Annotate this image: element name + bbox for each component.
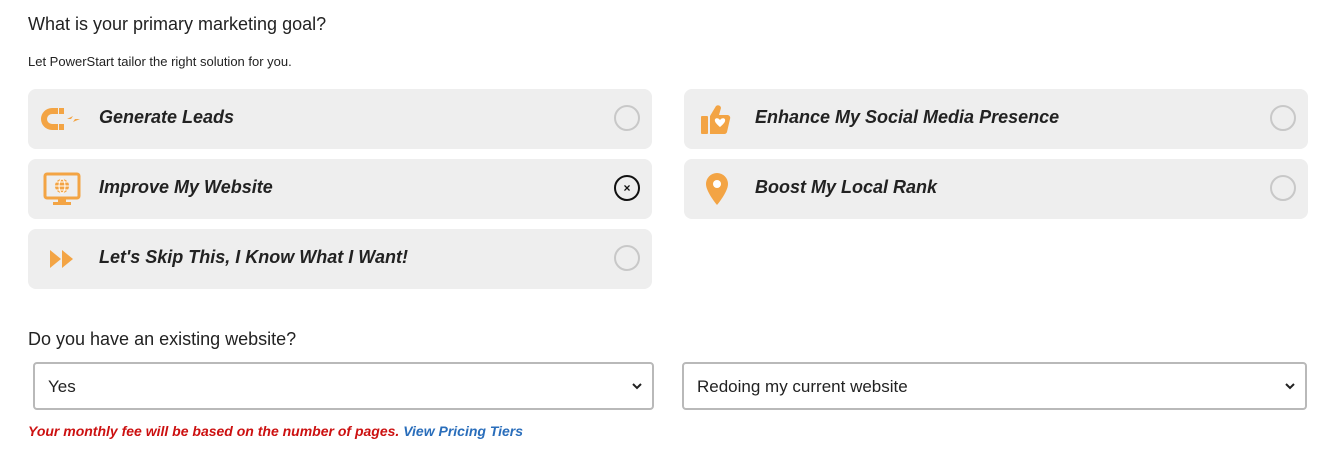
- question-title-website: Do you have an existing website?: [28, 329, 297, 349]
- fast-forward-icon: [50, 250, 73, 268]
- option-radio[interactable]: [614, 105, 640, 131]
- selected-mark: ×: [623, 181, 631, 195]
- option-label: Generate Leads: [99, 107, 235, 127]
- question-subtitle: Let PowerStart tailor the right solution…: [28, 54, 292, 69]
- option-label: Enhance My Social Media Presence: [755, 107, 1060, 127]
- option-improve-website[interactable]: Improve My Website ×: [28, 159, 652, 219]
- option-radio[interactable]: [1270, 175, 1296, 201]
- monitor-globe-icon: [43, 172, 81, 205]
- select-value: Redoing my current website: [697, 377, 908, 396]
- option-generate-leads[interactable]: Generate Leads: [28, 89, 652, 149]
- option-label: Let's Skip This, I Know What I Want!: [99, 247, 408, 267]
- magnet-icon: [41, 108, 80, 130]
- option-boost-local-rank[interactable]: Boost My Local Rank: [684, 159, 1308, 219]
- pricing-note: Your monthly fee will be based on the nu…: [28, 423, 523, 439]
- pricing-note-text: Your monthly fee will be based on the nu…: [28, 423, 400, 439]
- option-skip[interactable]: Let's Skip This, I Know What I Want!: [28, 229, 652, 289]
- option-label: Boost My Local Rank: [755, 177, 938, 197]
- chevron-down-icon: [1285, 383, 1295, 390]
- map-pin-icon: [706, 173, 728, 205]
- option-social-media[interactable]: Enhance My Social Media Presence: [684, 89, 1308, 149]
- question-title-goal: What is your primary marketing goal?: [28, 14, 327, 34]
- thumbs-up-heart-icon: [701, 105, 731, 135]
- option-label: Improve My Website: [99, 177, 273, 197]
- option-radio[interactable]: [1270, 105, 1296, 131]
- option-radio-selected[interactable]: ×: [614, 175, 640, 201]
- existing-website-select[interactable]: Yes: [33, 362, 654, 410]
- view-pricing-tiers-link[interactable]: View Pricing Tiers: [403, 423, 523, 439]
- select-value: Yes: [48, 377, 76, 396]
- chevron-down-icon: [632, 383, 642, 390]
- goal-options: Generate Leads Enhance My Social Media P…: [28, 89, 1308, 289]
- option-radio[interactable]: [614, 245, 640, 271]
- website-plan-select[interactable]: Redoing my current website: [682, 362, 1307, 410]
